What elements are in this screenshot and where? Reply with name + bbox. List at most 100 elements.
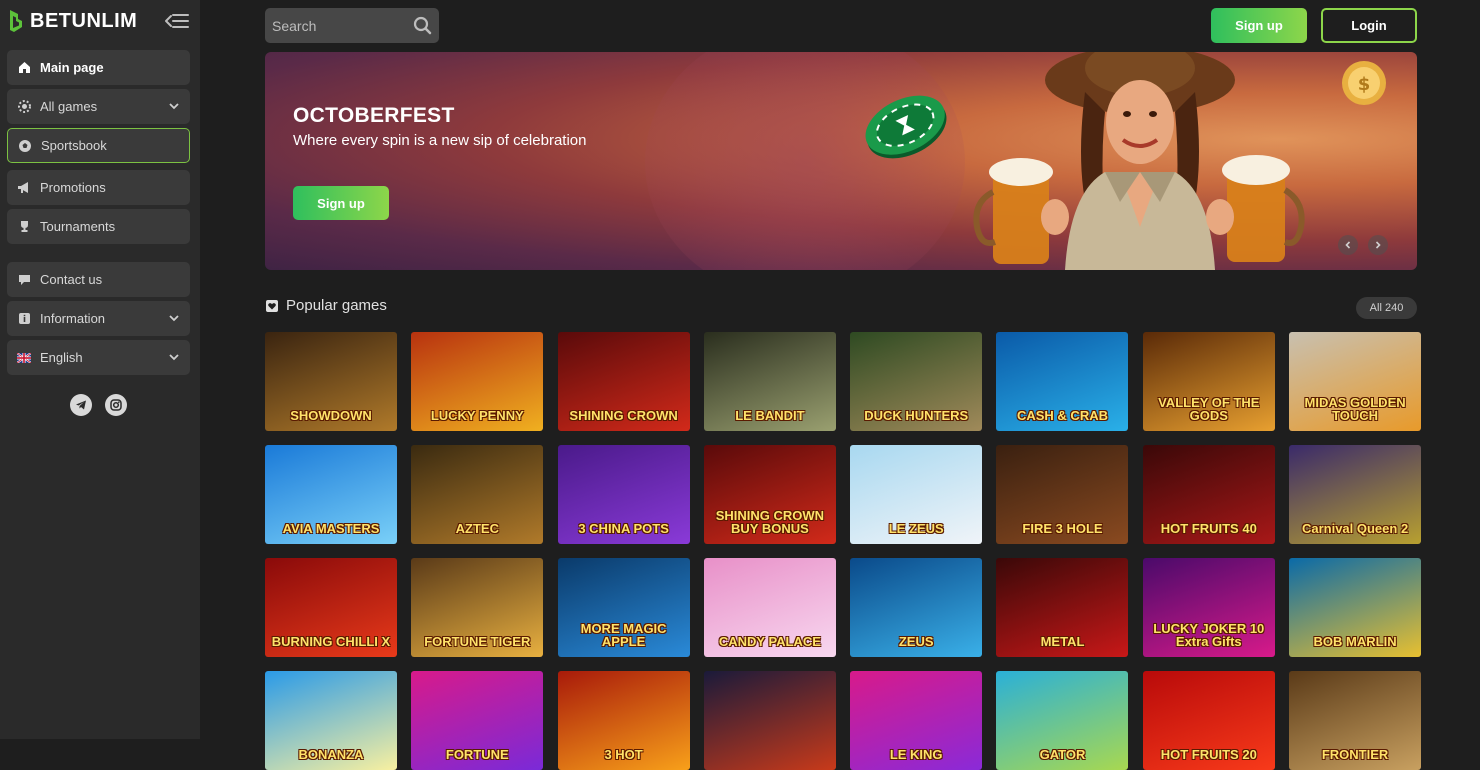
game-title: METAL (1040, 634, 1085, 650)
game-title: HOT FRUITS 20 (1160, 747, 1257, 763)
search-input[interactable] (272, 17, 402, 34)
game-title: AZTEC (455, 521, 499, 537)
sidebar-item-tournaments[interactable]: Tournaments (7, 209, 190, 244)
game-title: CANDY PALACE (718, 634, 821, 650)
brand-name: BETUNLIM (30, 9, 138, 32)
oktoberfest-waitress-illustration (973, 52, 1305, 270)
instagram-link[interactable] (105, 394, 127, 416)
game-tile[interactable]: BONANZA (265, 671, 397, 770)
search-box (265, 8, 439, 43)
signup-button[interactable]: Sign up (1211, 8, 1307, 43)
game-tile[interactable]: METAL (996, 558, 1129, 657)
game-tile[interactable]: LE KING (850, 671, 983, 770)
game-tile[interactable]: FORTUNE (411, 671, 544, 770)
heart-icon (265, 299, 279, 313)
telegram-icon (76, 400, 86, 410)
chevron-left-icon (1345, 241, 1351, 249)
game-tile[interactable]: SHOWDOWN (265, 332, 397, 431)
game-tile[interactable]: GATOR (996, 671, 1129, 770)
chat-icon (17, 273, 31, 287)
game-tile[interactable]: VALLEY OF THE GODS (1142, 332, 1275, 431)
game-title: CASH & CRAB (1016, 408, 1108, 424)
home-icon (17, 61, 31, 75)
game-tile[interactable] (703, 671, 836, 770)
game-title: HOT FRUITS 40 (1160, 521, 1257, 537)
banner-subtitle: Where every spin is a new sip of celebra… (293, 132, 587, 149)
game-tile[interactable]: 3 CHINA POTS (557, 445, 690, 544)
chevron-down-icon (168, 312, 180, 324)
game-title: Carnival Queen 2 (1301, 521, 1409, 537)
chevron-down-icon (168, 351, 180, 363)
game-tile[interactable]: 3 HOT (557, 671, 690, 770)
game-tile[interactable]: AVIA MASTERS (265, 445, 397, 544)
collapse-menu-icon (165, 14, 189, 28)
sidebar-item-label: English (40, 350, 83, 365)
sidebar-item-sportsbook[interactable]: Sportsbook (7, 128, 190, 163)
game-tile[interactable]: BOB MARLIN (1289, 558, 1422, 657)
game-title: LUCKY PENNY (430, 408, 524, 424)
game-title: LUCKY JOKER 10 Extra Gifts (1153, 620, 1265, 650)
sidebar-item-information[interactable]: Information (7, 301, 190, 336)
megaphone-icon (17, 181, 31, 195)
collapse-sidebar-button[interactable] (163, 11, 191, 31)
game-title: ZEUS (898, 634, 934, 650)
game-tile[interactable]: FORTUNE TIGER (411, 558, 544, 657)
game-tile[interactable]: MORE MAGIC APPLE (557, 558, 690, 657)
login-button[interactable]: Login (1321, 8, 1417, 43)
language-selector[interactable]: English (7, 340, 190, 375)
logo-mark-icon (8, 9, 24, 33)
game-tile[interactable]: AZTEC (411, 445, 544, 544)
game-title: SHOWDOWN (290, 408, 372, 424)
game-title: MIDAS GOLDEN TOUCH (1304, 394, 1406, 424)
sidebar-item-label: Main page (40, 60, 104, 75)
sidebar: BETUNLIM Main page All games Sportsbook (0, 0, 200, 739)
game-tile[interactable]: ZEUS (850, 558, 983, 657)
game-tile[interactable]: FIRE 3 HOLE (996, 445, 1129, 544)
telegram-link[interactable] (70, 394, 92, 416)
game-tile[interactable]: CASH & CRAB (996, 332, 1129, 431)
sidebar-item-contact-us[interactable]: Contact us (7, 262, 190, 297)
promo-banner[interactable]: OCTOBERFEST Where every spin is a new si… (265, 52, 1417, 270)
game-tile[interactable]: LE BANDIT (703, 332, 836, 431)
banner-next-button[interactable] (1368, 235, 1388, 255)
uk-flag-icon (17, 351, 31, 365)
game-tile[interactable]: SHINING CROWN BUY BONUS (703, 445, 836, 544)
game-tile[interactable]: DUCK HUNTERS (850, 332, 983, 431)
gold-coin-icon: $ (1342, 61, 1386, 105)
sidebar-item-promotions[interactable]: Promotions (7, 170, 190, 205)
game-title: LE BANDIT (735, 408, 805, 424)
game-tile[interactable]: MIDAS GOLDEN TOUCH (1289, 332, 1422, 431)
banner-title: OCTOBERFEST (293, 104, 455, 127)
game-title: GATOR (1039, 747, 1086, 763)
poker-chip-icon (865, 95, 947, 159)
sidebar-item-main-page[interactable]: Main page (7, 50, 190, 85)
search-icon[interactable] (413, 16, 432, 35)
game-title: MORE MAGIC APPLE (580, 620, 667, 650)
instagram-icon (110, 399, 122, 411)
all-games-link[interactable]: All 240 (1356, 297, 1417, 319)
chevron-right-icon (1375, 241, 1381, 249)
chip-icon (17, 100, 31, 114)
banner-prev-button[interactable] (1338, 235, 1358, 255)
game-title: DUCK HUNTERS (864, 408, 969, 424)
game-tile[interactable]: CANDY PALACE (703, 558, 836, 657)
game-title: LE KING (889, 747, 943, 763)
game-title: BOB MARLIN (1313, 634, 1397, 650)
game-tile[interactable]: SHINING CROWN (557, 332, 690, 431)
game-tile[interactable]: LUCKY JOKER 10 Extra Gifts (1142, 558, 1275, 657)
game-title: 3 CHINA POTS (578, 521, 669, 537)
game-tile[interactable]: LUCKY PENNY (411, 332, 544, 431)
game-tile[interactable]: BURNING CHILLI X (265, 558, 397, 657)
ball-icon (18, 139, 32, 153)
game-tile[interactable]: LE ZEUS (850, 445, 983, 544)
brand-logo[interactable]: BETUNLIM (8, 9, 137, 33)
sidebar-item-all-games[interactable]: All games (7, 89, 190, 124)
game-tile[interactable]: Carnival Queen 2 (1289, 445, 1422, 544)
game-tile[interactable]: HOT FRUITS 20 (1142, 671, 1275, 770)
game-title: BONANZA (298, 747, 364, 763)
game-title: VALLEY OF THE GODS (1158, 394, 1260, 424)
game-tile[interactable]: FRONTIER (1289, 671, 1422, 770)
game-grid: SHOWDOWN LUCKY PENNY SHINING CROWN LE BANDI… (265, 332, 1422, 770)
game-tile[interactable]: HOT FRUITS 40 (1142, 445, 1275, 544)
banner-signup-button[interactable]: Sign up (293, 186, 389, 220)
